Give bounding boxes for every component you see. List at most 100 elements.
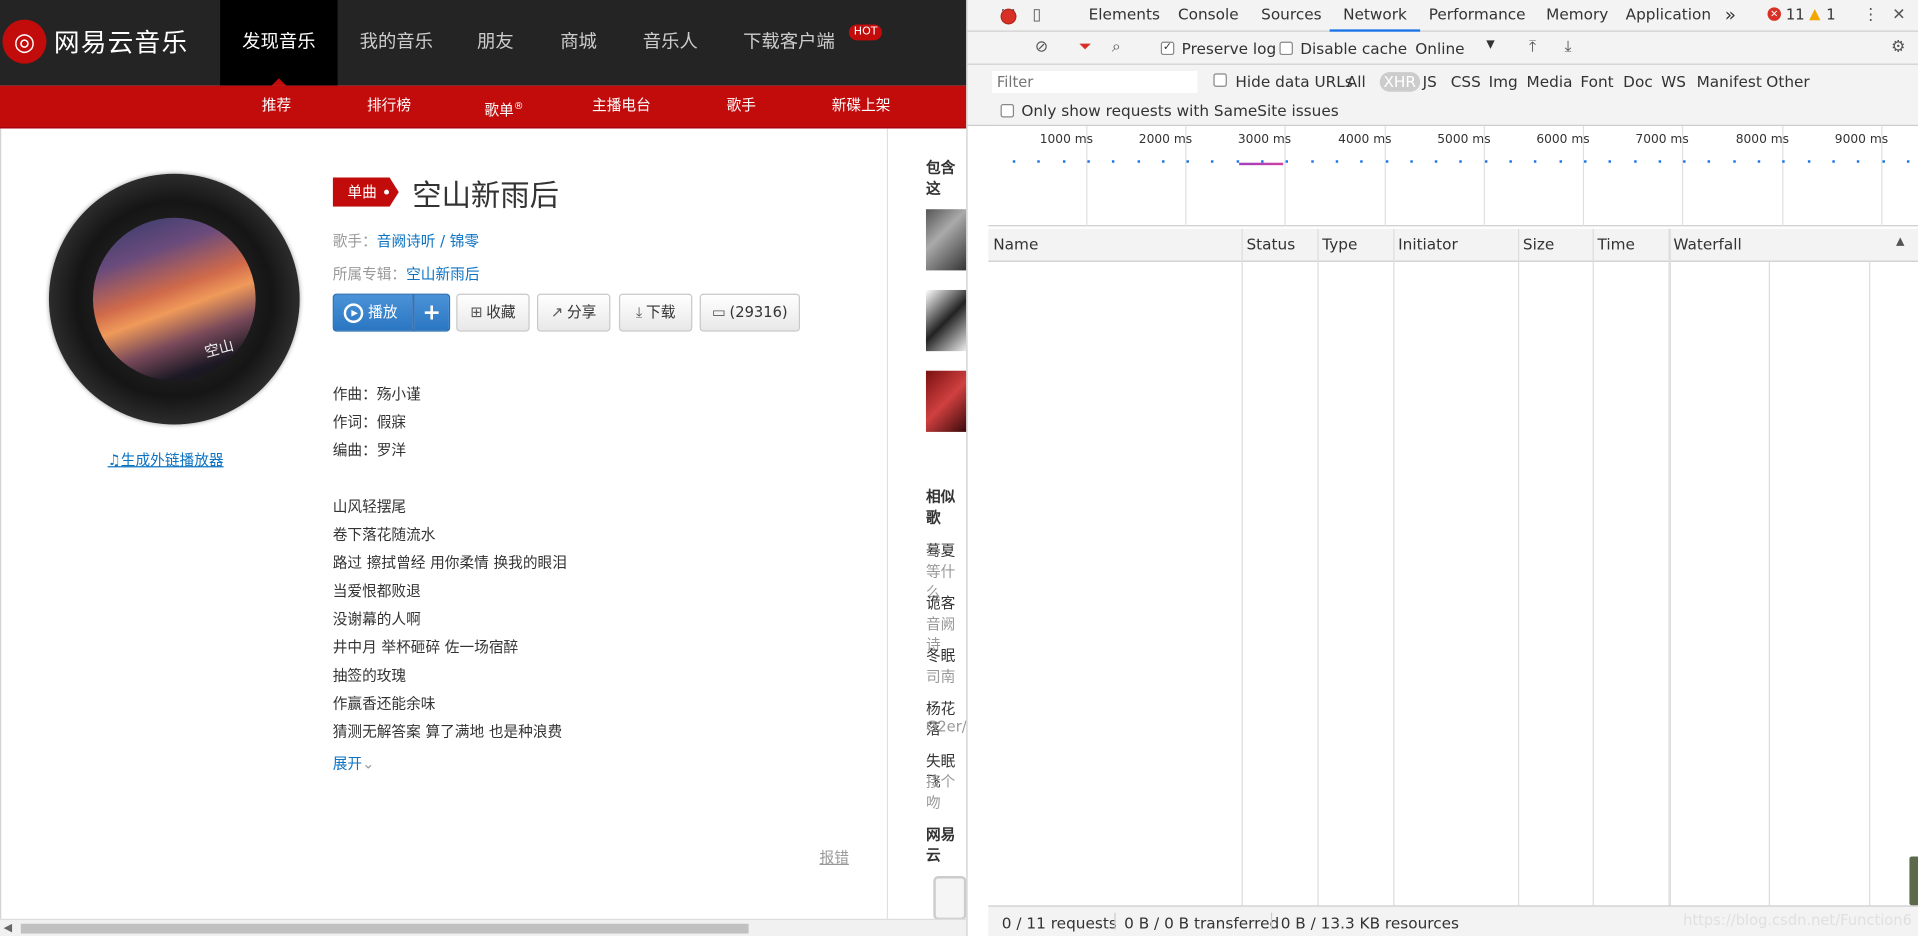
subnav-recommend[interactable]: 推荐	[262, 86, 291, 126]
expand-label: 展开	[332, 754, 363, 773]
samesite-checkbox[interactable]	[1000, 103, 1015, 118]
subnav-artists[interactable]: 歌手	[727, 86, 756, 126]
filter-css[interactable]: CSS	[1451, 72, 1481, 92]
warning-count[interactable]: 1	[1826, 0, 1835, 32]
subnav-new-albums[interactable]: 新碟上架	[832, 86, 891, 126]
throttling-select[interactable]: Online ▼	[1415, 39, 1503, 57]
nav-discover[interactable]: 发现音乐	[220, 0, 338, 86]
similar-song-artist[interactable]: 接个吻	[926, 771, 966, 813]
similar-song-artist[interactable]: 司南	[926, 666, 955, 687]
search-icon[interactable]: ⌕	[1112, 32, 1121, 64]
credit-arranger: 编曲：罗洋	[332, 441, 407, 459]
subnav-charts[interactable]: 排行榜	[367, 86, 411, 126]
nav-friends[interactable]: 朋友	[471, 0, 520, 86]
netease-music-logo-icon: ◎	[2, 19, 47, 64]
tab-elements[interactable]: Elements	[1089, 0, 1160, 32]
timeline-dot	[1881, 160, 1885, 163]
scroll-left-arrow-icon[interactable]: ◀	[4, 923, 12, 935]
nav-download-client[interactable]: 下载客户端	[738, 0, 841, 86]
timeline-dot	[1832, 160, 1835, 163]
close-devtools-icon[interactable]: ✕	[1892, 0, 1905, 32]
similar-song-artist[interactable]: G2er/	[926, 718, 966, 735]
subnav-radio[interactable]: 主播电台	[592, 86, 651, 126]
network-settings-gear-icon[interactable]: ⚙	[1891, 32, 1905, 64]
collect-button[interactable]: ⊞ 收藏	[456, 293, 530, 332]
column-name[interactable]: Name	[988, 229, 1038, 262]
apple-device-icon[interactable]	[933, 876, 967, 921]
tab-network[interactable]: Network	[1329, 0, 1421, 32]
playlist-thumbnail[interactable]	[925, 289, 967, 352]
timeline-dot	[1683, 160, 1686, 163]
disable-cache-checkbox[interactable]	[1279, 41, 1293, 56]
report-error-link[interactable]: 报错	[820, 847, 849, 868]
similar-song-name[interactable]: 诡客	[926, 592, 955, 613]
filter-xhr[interactable]: XHR	[1379, 72, 1420, 92]
scrollbar-thumb[interactable]	[20, 923, 749, 934]
timeline-tick-label: 5000 ms	[1437, 133, 1491, 147]
device-toolbar-icon[interactable]: ▯	[1032, 0, 1041, 32]
tab-console[interactable]: Console	[1178, 0, 1239, 32]
import-har-icon[interactable]: ⤒	[1529, 32, 1536, 64]
add-to-playlist-button[interactable]: +	[413, 293, 451, 332]
preserve-log-label: Preserve log	[1181, 39, 1277, 58]
filter-all[interactable]: All	[1347, 72, 1366, 92]
timeline-dot	[1708, 160, 1711, 163]
filter-media[interactable]: Media	[1527, 72, 1573, 92]
export-har-icon[interactable]: ⤓	[1564, 32, 1571, 64]
timeline-tick-label: 1000 ms	[1039, 133, 1094, 147]
album-label: 所属专辑：	[332, 265, 407, 283]
singer-link[interactable]: 音阙诗听 / 锦零	[377, 232, 479, 249]
tab-application[interactable]: Application	[1626, 0, 1711, 32]
similar-song-name[interactable]: 冬眠	[926, 645, 955, 666]
more-tabs-icon[interactable]: »	[1725, 0, 1736, 32]
column-time[interactable]: Time	[1593, 229, 1634, 262]
play-button[interactable]: ▶ 播放	[332, 293, 414, 332]
preserve-log-checkbox[interactable]: ✓	[1160, 41, 1175, 56]
filter-manifest[interactable]: Manifest	[1697, 72, 1762, 92]
tab-sources[interactable]: Sources	[1261, 0, 1321, 32]
playlist-thumbnail[interactable]	[925, 209, 967, 271]
nav-musician[interactable]: 音乐人	[637, 0, 703, 86]
filter-doc[interactable]: Doc	[1623, 72, 1653, 92]
column-status[interactable]: Status	[1242, 229, 1295, 262]
share-button[interactable]: ↗ 分享	[536, 293, 611, 332]
timeline-dot	[1459, 160, 1463, 163]
tab-memory[interactable]: Memory	[1546, 0, 1608, 32]
comments-button[interactable]: ▭ (29316)	[699, 293, 800, 332]
similar-song-name[interactable]: 蓦夏	[926, 540, 955, 561]
filter-icon[interactable]: ⏷	[1079, 32, 1092, 64]
column-type[interactable]: Type	[1317, 229, 1357, 262]
error-count[interactable]: 11	[1786, 0, 1805, 32]
filter-ws[interactable]: WS	[1661, 72, 1686, 92]
column-waterfall[interactable]: Waterfall	[1668, 229, 1741, 262]
filter-img[interactable]: Img	[1489, 72, 1518, 92]
nav-my-music[interactable]: 我的音乐	[355, 0, 438, 86]
sort-arrow-icon[interactable]: ▲	[1896, 236, 1904, 248]
nav-store[interactable]: 商城	[554, 0, 603, 86]
devtools-menu-icon[interactable]: ⋮	[1863, 0, 1879, 32]
timeline-dot	[1062, 160, 1065, 163]
clear-icon[interactable]: ⊘	[1035, 32, 1048, 64]
filter-js[interactable]: JS	[1423, 72, 1437, 92]
horizontal-scrollbar[interactable]: ◀	[0, 918, 967, 936]
filter-font[interactable]: Font	[1580, 72, 1613, 92]
timeline-dot	[1534, 160, 1537, 163]
column-initiator[interactable]: Initiator	[1393, 229, 1458, 262]
throttling-value: Online	[1415, 39, 1465, 58]
filter-input[interactable]	[992, 70, 1198, 93]
expand-lyrics-link[interactable]: 展开⌄	[333, 752, 375, 773]
album-link[interactable]: 空山新雨后	[406, 265, 479, 282]
record-icon[interactable]	[1000, 8, 1017, 25]
hide-data-urls-checkbox[interactable]	[1213, 73, 1227, 87]
network-overview-timeline[interactable]: 1000 ms 2000 ms 3000 ms 4000 ms 5000 ms …	[988, 126, 1918, 227]
external-player-link[interactable]: ♫生成外链播放器	[108, 449, 224, 470]
site-logo[interactable]: ◎ 网易云音乐	[0, 17, 188, 66]
column-size[interactable]: Size	[1518, 229, 1554, 262]
subnav-playlists[interactable]: 歌单®	[484, 86, 523, 131]
tab-performance[interactable]: Performance	[1429, 0, 1526, 32]
external-player-label: 生成外链播放器	[120, 451, 224, 469]
download-button[interactable]: ⤓ 下载	[618, 293, 693, 332]
playlist-thumbnail[interactable]	[925, 370, 967, 432]
timeline-dot	[1658, 160, 1661, 163]
filter-other[interactable]: Other	[1766, 72, 1809, 92]
